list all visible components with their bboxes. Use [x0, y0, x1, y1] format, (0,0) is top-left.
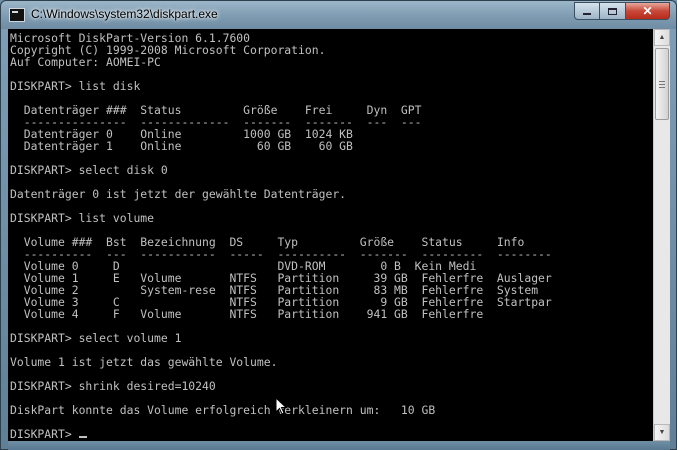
maximize-icon [608, 7, 617, 15]
minimize-icon [583, 13, 591, 15]
console-output: Microsoft DiskPart-Version 6.1.7600 Copy… [8, 29, 653, 440]
console-window: C:\Windows\system32\diskpart.exe ✕ Micro… [0, 0, 677, 450]
vertical-scrollbar[interactable]: ▲ ▼ [653, 29, 670, 441]
title-bar[interactable]: C:\Windows\system32\diskpart.exe ✕ [1, 1, 676, 29]
current-prompt: DISKPART> [10, 427, 79, 441]
close-icon: ✕ [642, 4, 653, 18]
chevron-down-icon: ▼ [658, 429, 666, 436]
scrollbar-thumb[interactable] [655, 48, 669, 120]
console-app-icon[interactable] [9, 8, 25, 22]
window-bottom-border [8, 441, 670, 450]
chevron-up-icon: ▲ [658, 34, 666, 41]
scroll-down-button[interactable]: ▼ [654, 424, 670, 441]
console-history: Microsoft DiskPart-Version 6.1.7600 Copy… [10, 31, 552, 417]
maximize-button[interactable] [600, 2, 626, 20]
grip-line [659, 81, 665, 82]
scroll-up-button[interactable]: ▲ [654, 29, 670, 46]
text-cursor [78, 436, 87, 438]
window-title: C:\Windows\system32\diskpart.exe [31, 7, 218, 21]
minimize-button[interactable] [574, 2, 600, 20]
mouse-pointer-icon [275, 397, 287, 415]
console-output-area[interactable]: Microsoft DiskPart-Version 6.1.7600 Copy… [8, 29, 653, 441]
window-controls: ✕ [574, 2, 670, 21]
grip-line [659, 87, 665, 88]
grip-line [659, 84, 665, 85]
close-button[interactable]: ✕ [626, 2, 670, 20]
